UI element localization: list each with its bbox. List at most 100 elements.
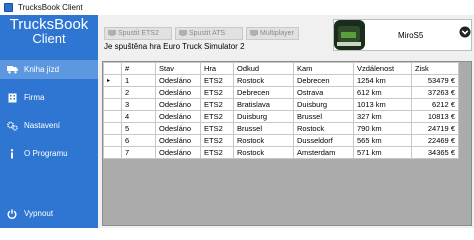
- cell-game[interactable]: ETS2: [200, 122, 234, 135]
- cell-profit[interactable]: 37263 €: [411, 86, 459, 99]
- cell-from[interactable]: Rostock: [233, 146, 294, 159]
- cell-to[interactable]: Brussel: [293, 110, 354, 123]
- cell-distance[interactable]: 612 km: [353, 86, 412, 99]
- sidebar-item-label: O Programu: [24, 149, 68, 158]
- sidebar-item-firma[interactable]: Firma: [0, 88, 98, 107]
- avatar: [334, 20, 365, 50]
- info-icon: [6, 148, 18, 160]
- cell-profit[interactable]: 6212 €: [411, 98, 459, 111]
- cell-status[interactable]: Odesláno: [155, 110, 201, 123]
- table-row[interactable]: 3 Odesláno ETS2 Bratislava Duisburg 1013…: [103, 98, 459, 111]
- table-row[interactable]: 6 Odesláno ETS2 Rostock Dusseldorf 565 k…: [103, 134, 459, 147]
- cell-distance[interactable]: 790 km: [353, 122, 412, 135]
- cell-profit[interactable]: 53479 €: [411, 74, 459, 87]
- table-row[interactable]: 2 Odesláno ETS2 Debrecen Ostrava 612 km …: [103, 86, 459, 99]
- column-header-status[interactable]: Stav: [155, 62, 201, 75]
- cell-number[interactable]: 1: [121, 74, 156, 87]
- row-header: [103, 98, 122, 111]
- column-header-from[interactable]: Odkud: [233, 62, 294, 75]
- monitor-icon: [250, 30, 258, 37]
- row-pointer-icon: ▸: [103, 74, 122, 87]
- monitor-icon: [179, 30, 187, 37]
- building-icon: [6, 92, 18, 104]
- column-header-to[interactable]: Kam: [293, 62, 354, 75]
- cell-from[interactable]: Rostock: [233, 74, 294, 87]
- cell-game[interactable]: ETS2: [200, 146, 234, 159]
- cell-profit[interactable]: 24719 €: [411, 122, 459, 135]
- start-ets2-button[interactable]: Spustit ETS2: [104, 27, 172, 40]
- cell-number[interactable]: 7: [121, 146, 156, 159]
- start-ats-button[interactable]: Spustit ATS: [175, 27, 243, 40]
- profile-selector[interactable]: MiroS5: [333, 19, 472, 51]
- title-bar: TrucksBook Client: [0, 0, 474, 15]
- cell-status[interactable]: Odesláno: [155, 86, 201, 99]
- row-header-corner: [103, 62, 122, 75]
- cell-number[interactable]: 4: [121, 110, 156, 123]
- cell-to[interactable]: Debrecen: [293, 74, 354, 87]
- multiplayer-button[interactable]: Multiplayer: [246, 27, 299, 40]
- multiplayer-label: Multiplayer: [260, 30, 294, 37]
- table-row[interactable]: 4 Odesláno ETS2 Duisburg Brussel 327 km …: [103, 110, 459, 123]
- table-row[interactable]: ▸ 1 Odesláno ETS2 Rostock Debrecen 1254 …: [103, 74, 459, 87]
- sidebar-item-label: Nastavení: [24, 121, 61, 130]
- chevron-down-icon[interactable]: [459, 26, 471, 38]
- row-header: [103, 122, 122, 135]
- cell-status[interactable]: Odesláno: [155, 98, 201, 111]
- cell-distance[interactable]: 327 km: [353, 110, 412, 123]
- cell-game[interactable]: ETS2: [200, 98, 234, 111]
- cell-status[interactable]: Odesláno: [155, 74, 201, 87]
- column-header-number[interactable]: #: [121, 62, 156, 75]
- cell-number[interactable]: 2: [121, 86, 156, 99]
- cell-status[interactable]: Odesláno: [155, 122, 201, 135]
- cell-to[interactable]: Duisburg: [293, 98, 354, 111]
- cell-number[interactable]: 3: [121, 98, 156, 111]
- cell-number[interactable]: 6: [121, 134, 156, 147]
- truck-icon: [6, 64, 18, 76]
- cell-distance[interactable]: 1013 km: [353, 98, 412, 111]
- cell-number[interactable]: 5: [121, 122, 156, 135]
- cell-distance[interactable]: 571 km: [353, 146, 412, 159]
- column-header-game[interactable]: Hra: [200, 62, 234, 75]
- job-log-table: # Stav Hra Odkud Kam Vzdálenost Zisk ▸ 1…: [102, 61, 472, 226]
- sidebar-item-label: Vypnout: [24, 209, 54, 218]
- cell-game[interactable]: ETS2: [200, 110, 234, 123]
- sidebar-item-label: Firma: [24, 93, 45, 102]
- column-header-distance[interactable]: Vzdálenost: [353, 62, 412, 75]
- cell-game[interactable]: ETS2: [200, 86, 234, 99]
- cell-to[interactable]: Amsterdam: [293, 146, 354, 159]
- monitor-icon: [108, 30, 116, 37]
- sidebar-item-nastaveni[interactable]: Nastavení: [0, 116, 98, 135]
- table-header-row: # Stav Hra Odkud Kam Vzdálenost Zisk: [103, 62, 459, 75]
- brand-logo: TrucksBook Client: [0, 17, 98, 46]
- cell-distance[interactable]: 1254 km: [353, 74, 412, 87]
- sidebar-item-o-programu[interactable]: O Programu: [0, 144, 98, 163]
- row-header: [103, 146, 122, 159]
- job-log-grid: # Stav Hra Odkud Kam Vzdálenost Zisk ▸ 1…: [103, 62, 459, 159]
- cell-distance[interactable]: 565 km: [353, 134, 412, 147]
- cell-profit[interactable]: 22469 €: [411, 134, 459, 147]
- cell-to[interactable]: Ostrava: [293, 86, 354, 99]
- cell-to[interactable]: Rostock: [293, 122, 354, 135]
- column-header-profit[interactable]: Zisk: [411, 62, 459, 75]
- cell-game[interactable]: ETS2: [200, 134, 234, 147]
- table-row[interactable]: 7 Odesláno ETS2 Rostock Amsterdam 571 km…: [103, 146, 459, 159]
- cell-from[interactable]: Rostock: [233, 134, 294, 147]
- table-row[interactable]: 5 Odesláno ETS2 Brussel Rostock 790 km 2…: [103, 122, 459, 135]
- cell-to[interactable]: Dusseldorf: [293, 134, 354, 147]
- cell-status[interactable]: Odesláno: [155, 146, 201, 159]
- cell-status[interactable]: Odesláno: [155, 134, 201, 147]
- cell-from[interactable]: Duisburg: [233, 110, 294, 123]
- app-icon: [4, 3, 13, 12]
- sidebar-item-label: Kniha jízd: [24, 65, 60, 74]
- cell-from[interactable]: Brussel: [233, 122, 294, 135]
- sidebar-item-vypnout[interactable]: Vypnout: [0, 204, 98, 223]
- cell-game[interactable]: ETS2: [200, 74, 234, 87]
- cell-from[interactable]: Bratislava: [233, 98, 294, 111]
- cell-profit[interactable]: 34365 €: [411, 146, 459, 159]
- start-ets2-label: Spustit ETS2: [118, 30, 159, 37]
- main-panel: Spustit ETS2 Spustit ATS Multiplayer Je …: [98, 15, 474, 228]
- brand-line2: Client: [32, 31, 66, 46]
- sidebar-item-kniha-jizd[interactable]: Kniha jízd: [0, 60, 98, 79]
- cell-profit[interactable]: 10813 €: [411, 110, 459, 123]
- cell-from[interactable]: Debrecen: [233, 86, 294, 99]
